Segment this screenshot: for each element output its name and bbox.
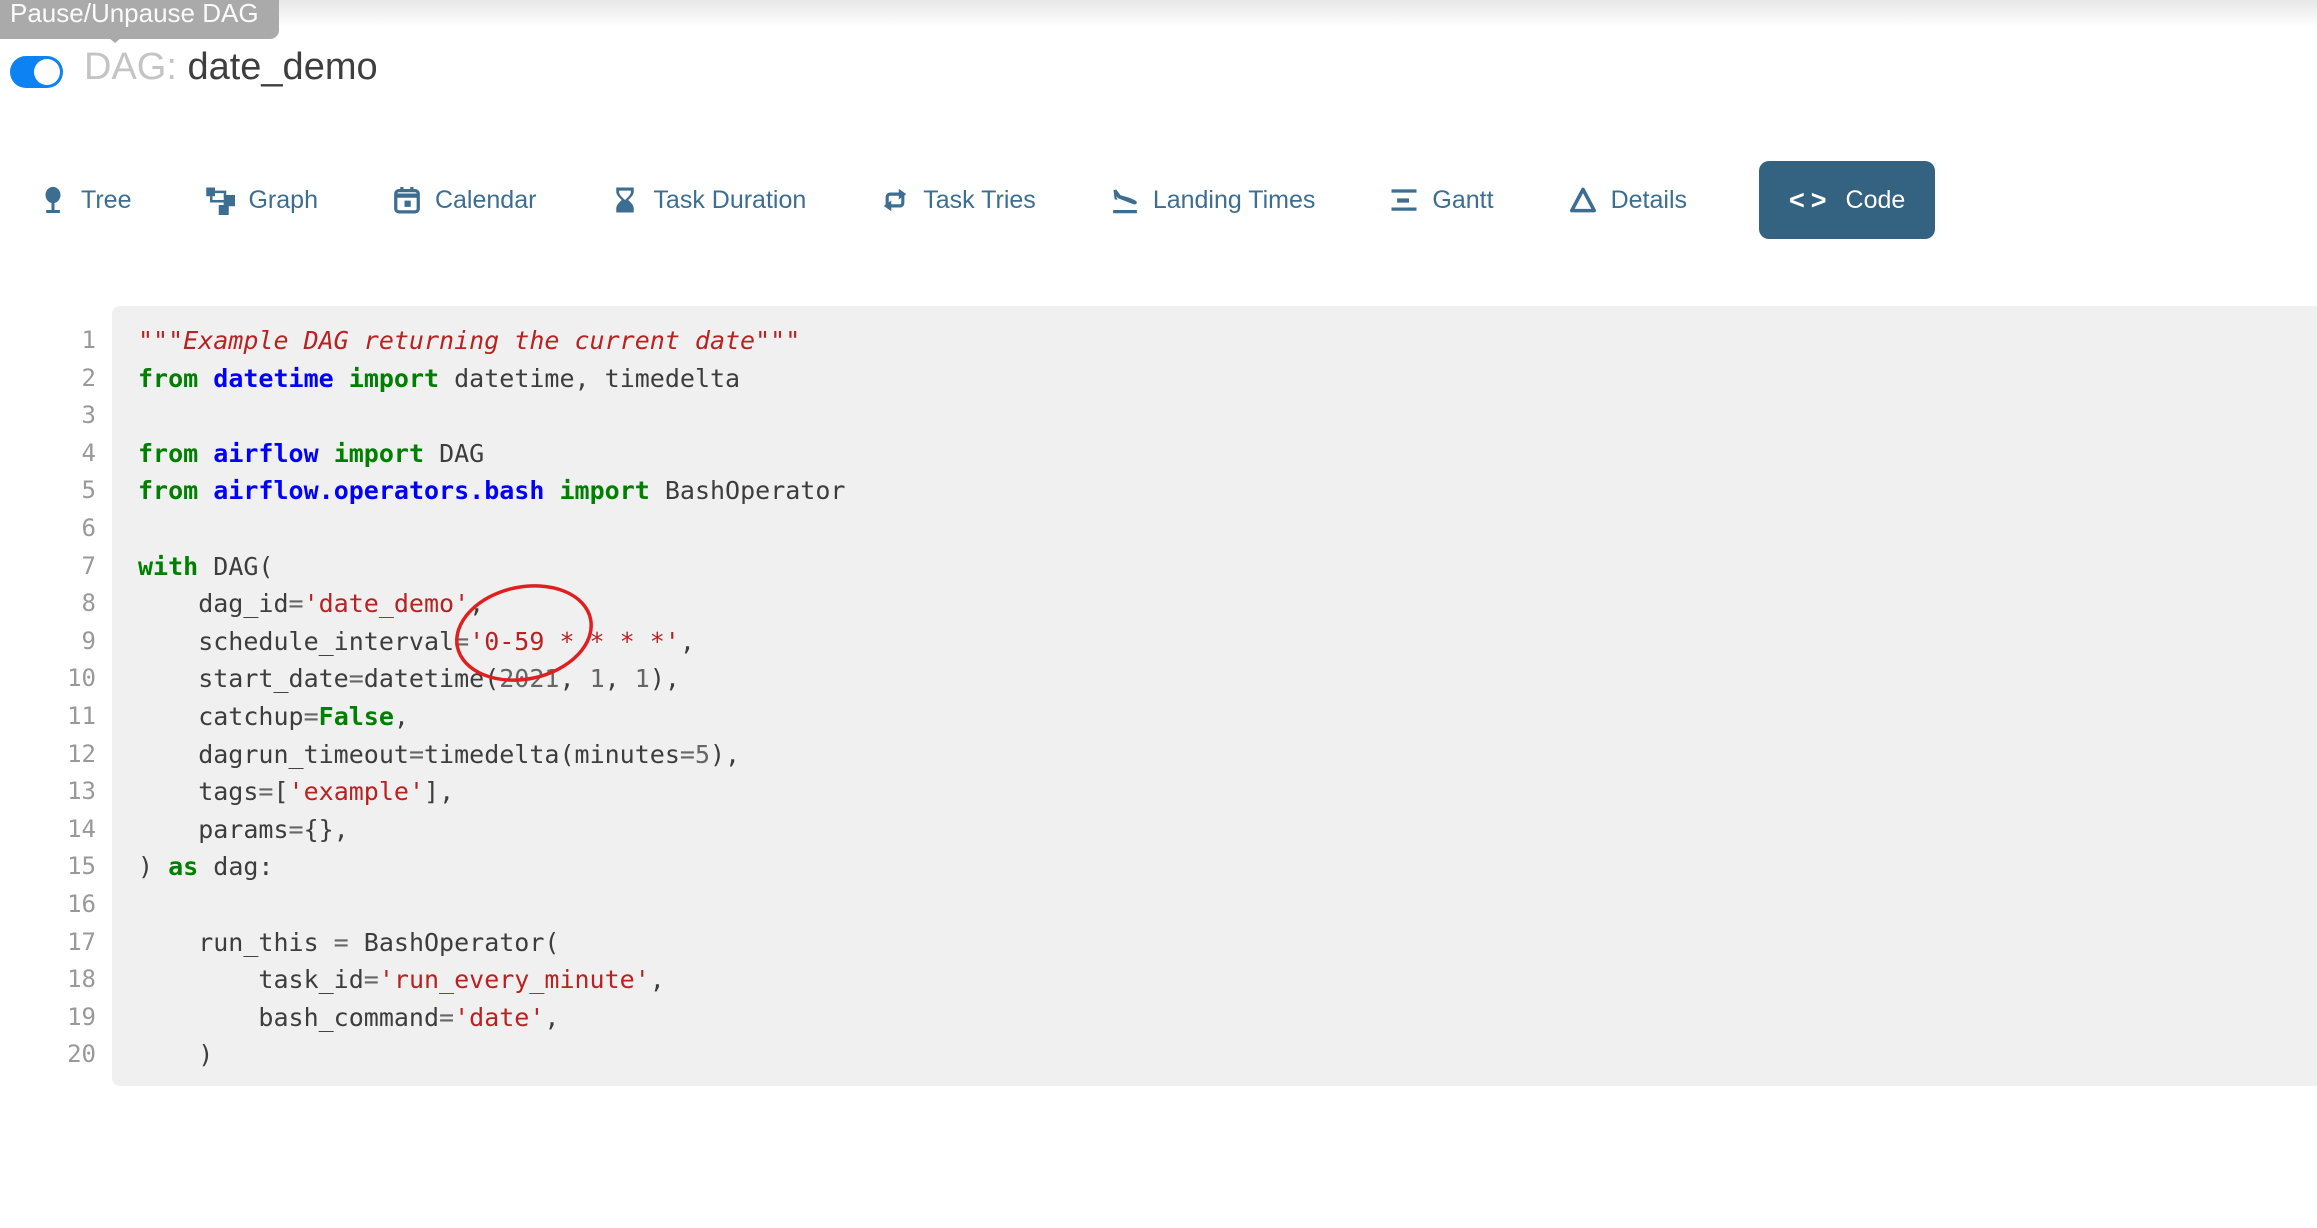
tab-label: Code — [1846, 186, 1906, 215]
dag-label-prefix: DAG: — [84, 46, 177, 88]
code-line: dag_id='date_demo', — [138, 585, 2307, 623]
code-line: tags=['example'], — [138, 773, 2307, 811]
line-number: 9 — [0, 623, 96, 661]
line-number: 20 — [0, 1036, 96, 1074]
dag-name: date_demo — [187, 46, 377, 88]
code-line: from datetime import datetime, timedelta — [138, 360, 2307, 398]
line-number: 15 — [0, 848, 96, 886]
calendar-icon — [392, 185, 422, 215]
code-line: from airflow import DAG — [138, 435, 2307, 473]
line-number: 10 — [0, 660, 96, 698]
line-number: 19 — [0, 999, 96, 1037]
tree-pin-icon — [38, 185, 68, 215]
tab-graph[interactable]: Graph — [203, 161, 319, 239]
line-number: 16 — [0, 886, 96, 924]
tab-label: Details — [1611, 186, 1687, 215]
page-title: DAG: date_demo — [84, 46, 378, 89]
plane-landing-icon — [1110, 185, 1140, 215]
line-number: 8 — [0, 585, 96, 623]
tab-tree[interactable]: Tree — [36, 161, 133, 239]
line-number: 3 — [0, 397, 96, 435]
code-view: 1234567891011121314151617181920 """Examp… — [0, 306, 2317, 1086]
tab-details[interactable]: Details — [1566, 161, 1689, 239]
triangle-icon — [1568, 185, 1598, 215]
tab-label: Gantt — [1432, 186, 1493, 215]
code-line — [138, 510, 2307, 548]
code-block[interactable]: """Example DAG returning the current dat… — [112, 306, 2317, 1086]
code-line: start_date=datetime(2021, 1, 1), — [138, 660, 2307, 698]
code-line: ) as dag: — [138, 848, 2307, 886]
line-number: 4 — [0, 435, 96, 473]
view-tabs: Tree Graph Calendar Task Duration Task Tries… — [36, 160, 1935, 240]
code-line: with DAG( — [138, 548, 2307, 586]
tab-gantt[interactable]: Gantt — [1387, 161, 1495, 239]
line-number: 12 — [0, 736, 96, 774]
code-line: run_this = BashOperator( — [138, 924, 2307, 962]
tab-label: Tree — [81, 186, 131, 215]
repeat-icon — [880, 185, 910, 215]
tab-label: Task Tries — [923, 186, 1036, 215]
tab-label: Calendar — [435, 186, 536, 215]
tab-calendar[interactable]: Calendar — [390, 161, 538, 239]
pause-tooltip-text: Pause/Unpause DAG — [10, 0, 259, 28]
line-number: 18 — [0, 961, 96, 999]
line-number: 1 — [0, 322, 96, 360]
code-line: task_id='run_every_minute', — [138, 961, 2307, 999]
tab-label: Landing Times — [1153, 186, 1316, 215]
tab-task-duration[interactable]: Task Duration — [608, 161, 808, 239]
pause-tooltip: Pause/Unpause DAG — [0, 0, 279, 39]
line-number: 17 — [0, 924, 96, 962]
tab-task-tries[interactable]: Task Tries — [878, 161, 1038, 239]
code-brackets-icon: <> — [1789, 185, 1833, 216]
code-line: """Example DAG returning the current dat… — [138, 322, 2307, 360]
top-fade-band — [0, 0, 2317, 27]
tooltip-arrow — [96, 27, 134, 43]
line-number: 2 — [0, 360, 96, 398]
code-line — [138, 397, 2307, 435]
code-line: ) — [138, 1036, 2307, 1074]
tab-label: Task Duration — [653, 186, 806, 215]
tab-code[interactable]: <> Code — [1759, 161, 1935, 239]
code-line: from airflow.operators.bash import BashO… — [138, 472, 2307, 510]
line-number: 5 — [0, 472, 96, 510]
hourglass-icon — [610, 185, 640, 215]
code-line: catchup=False, — [138, 698, 2307, 736]
code-line: schedule_interval='0-59 * * * *', — [138, 623, 2307, 661]
code-line: bash_command='date', — [138, 999, 2307, 1037]
line-number: 7 — [0, 548, 96, 586]
gantt-bars-icon — [1389, 185, 1419, 215]
graph-nodes-icon — [205, 185, 235, 215]
tab-landing-times[interactable]: Landing Times — [1108, 161, 1318, 239]
code-line — [138, 886, 2307, 924]
tab-label: Graph — [248, 186, 317, 215]
line-number: 14 — [0, 811, 96, 849]
line-number: 6 — [0, 510, 96, 548]
code-line: params={}, — [138, 811, 2307, 849]
dag-pause-toggle[interactable] — [10, 56, 63, 88]
toggle-knob — [34, 59, 60, 85]
line-number: 11 — [0, 698, 96, 736]
line-number: 13 — [0, 773, 96, 811]
line-number-gutter: 1234567891011121314151617181920 — [0, 306, 112, 1086]
code-line: dagrun_timeout=timedelta(minutes=5), — [138, 736, 2307, 774]
